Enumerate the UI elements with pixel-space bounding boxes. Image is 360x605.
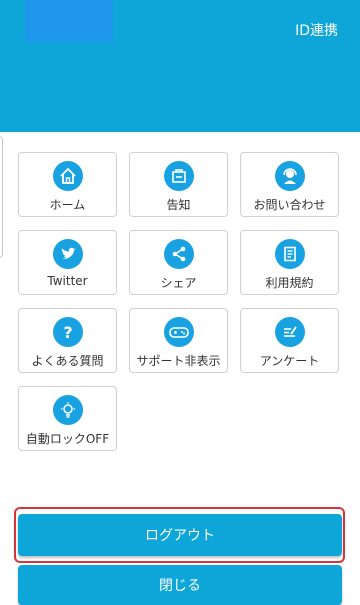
menu-item-survey[interactable]: アンケート: [240, 308, 339, 373]
question-mark-icon: ?: [52, 317, 83, 347]
twitter-bird-icon: [52, 239, 83, 269]
lightbulb-icon: [52, 395, 83, 425]
menu-item-label: アンケート: [259, 354, 320, 368]
menu-item-label: ホーム: [49, 198, 86, 212]
menu-item-label: 利用規約: [265, 276, 314, 290]
app-logo: [25, 0, 113, 42]
id-link-button[interactable]: ID連携: [295, 22, 338, 40]
side-drawer-edge[interactable]: [0, 136, 3, 258]
menu-item-twitter[interactable]: Twitter: [18, 230, 117, 295]
menu-item-auto-lock-off[interactable]: 自動ロックOFF: [18, 386, 117, 451]
menu-item-label: 自動ロックOFF: [25, 432, 110, 446]
menu-item-terms[interactable]: 利用規約: [240, 230, 339, 295]
menu-item-hide-support[interactable]: サポート非表示: [129, 308, 228, 373]
terms-document-icon: [274, 239, 305, 269]
menu-item-notice[interactable]: 告知: [129, 152, 228, 217]
survey-pencil-icon: [274, 317, 305, 347]
notice-bag-icon: [163, 161, 194, 191]
home-icon: [52, 161, 83, 191]
gamepad-icon: [163, 317, 194, 347]
menu-item-label: シェア: [160, 276, 197, 290]
support-headset-icon: [274, 161, 305, 191]
menu-item-label: サポート非表示: [136, 354, 221, 368]
menu-item-label: お問い合わせ: [253, 198, 326, 212]
menu-item-label: 告知: [166, 198, 191, 212]
svg-text:?: ?: [63, 323, 72, 341]
menu-item-share[interactable]: シェア: [129, 230, 228, 295]
header-bar: ID連携: [0, 0, 360, 132]
menu-item-home[interactable]: ホーム: [18, 152, 117, 217]
menu-item-contact[interactable]: お問い合わせ: [240, 152, 339, 217]
menu-item-label: よくある質問: [31, 354, 104, 368]
menu-item-label: Twitter: [47, 274, 88, 288]
share-icon: [163, 239, 194, 269]
menu-item-faq[interactable]: ? よくある質問: [18, 308, 117, 373]
close-button[interactable]: 閉じる: [18, 565, 342, 605]
logout-button[interactable]: ログアウト: [18, 514, 342, 556]
